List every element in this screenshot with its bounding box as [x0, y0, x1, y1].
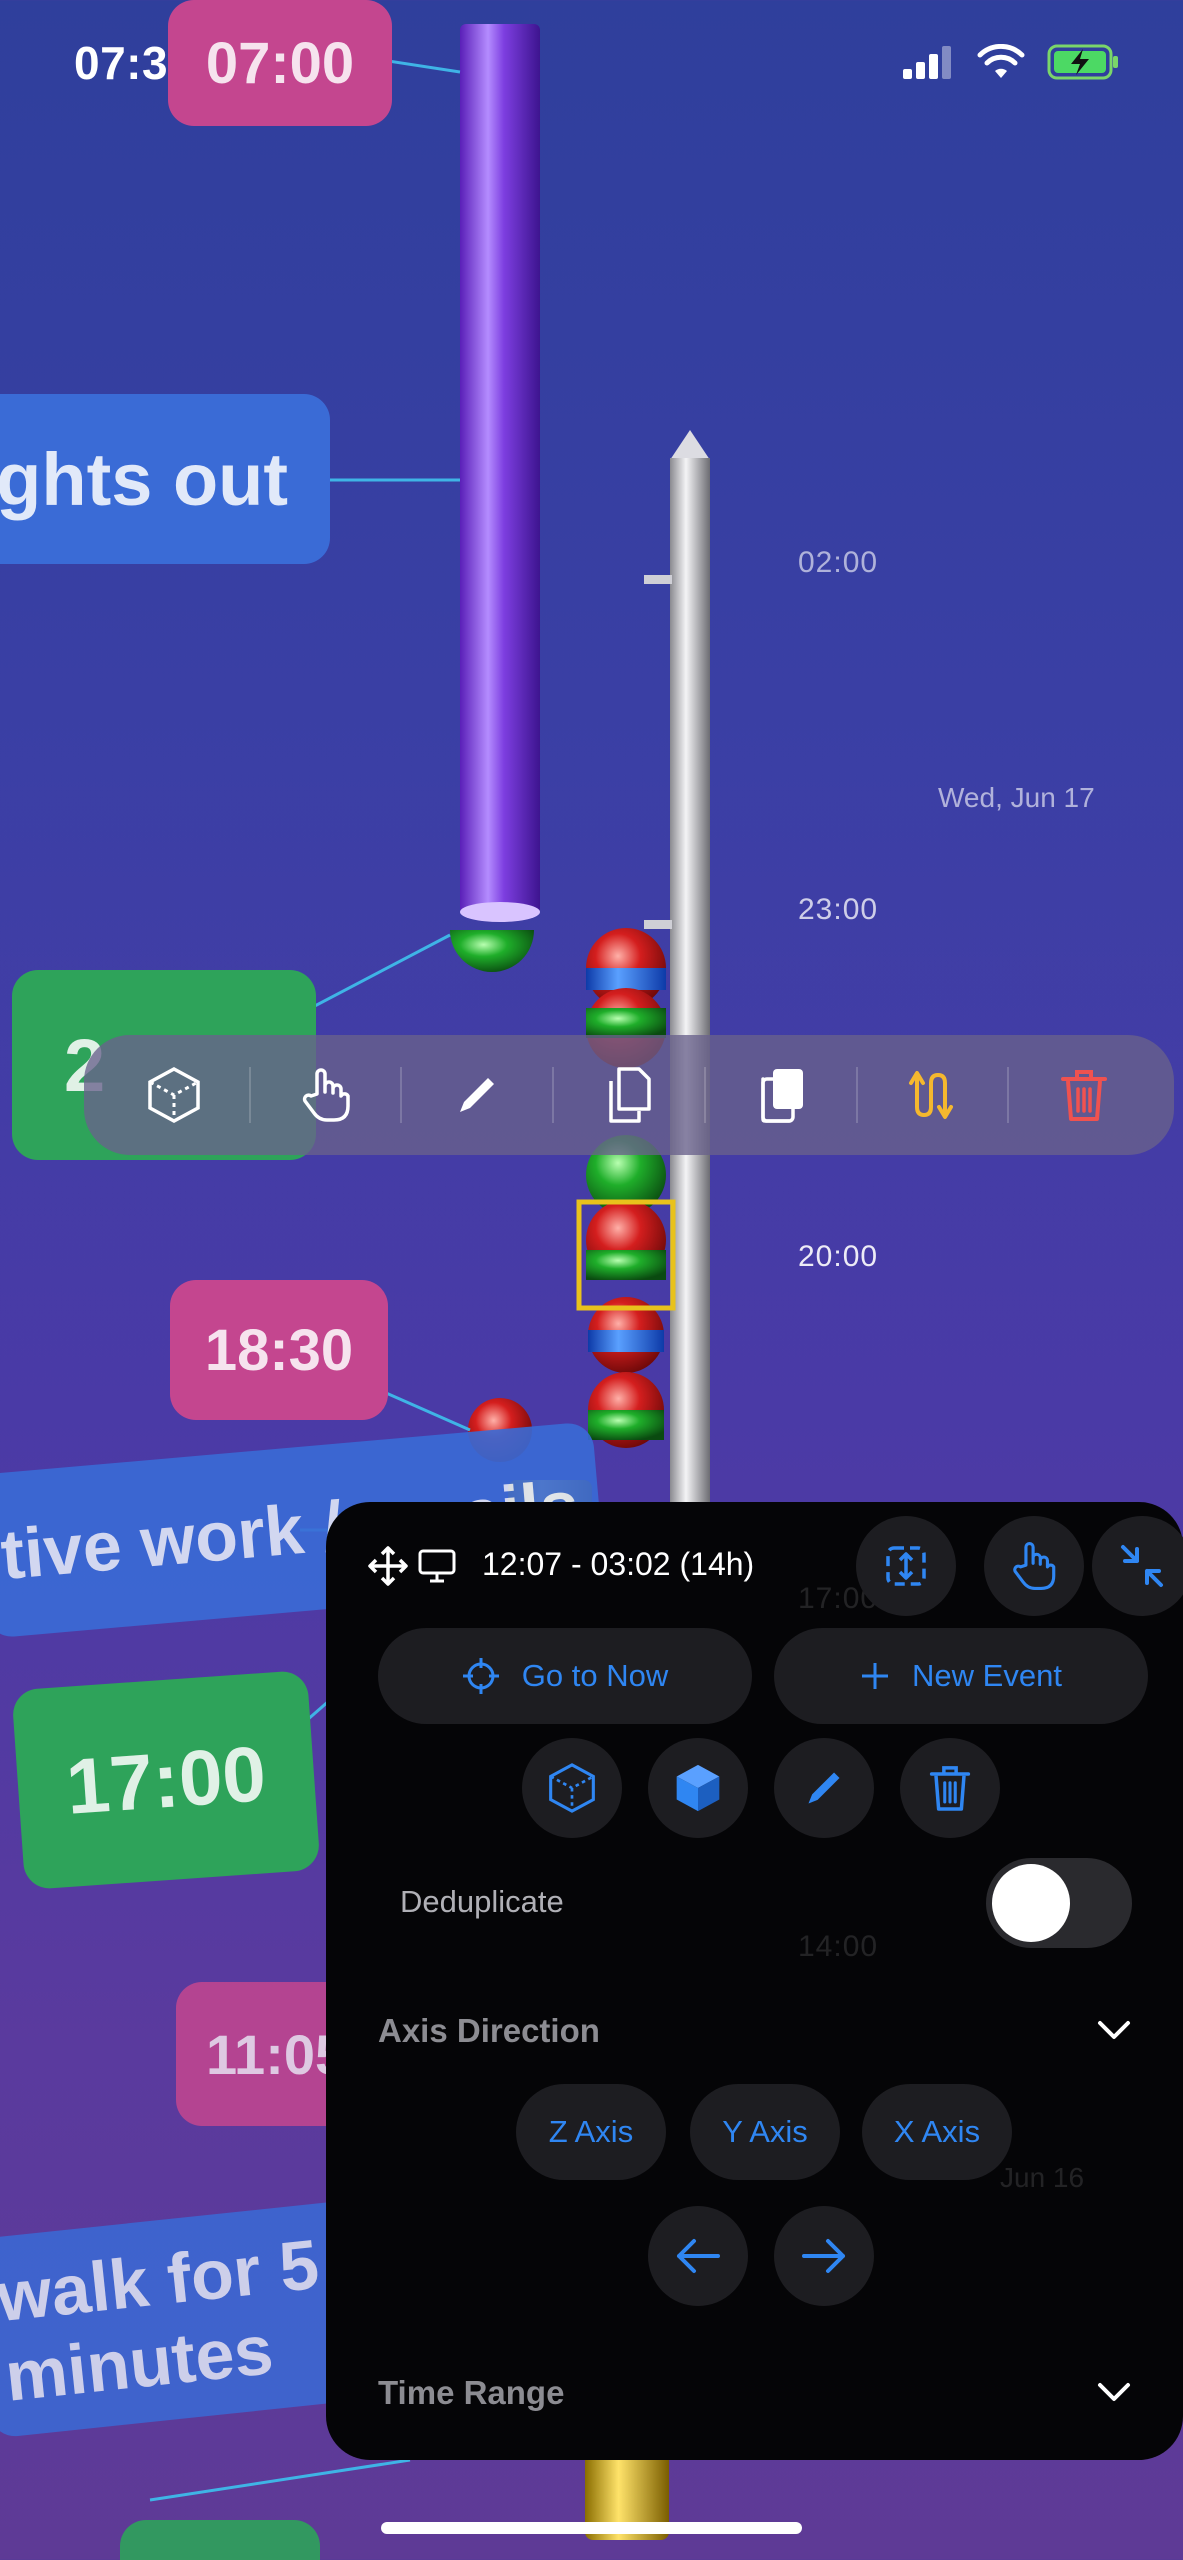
scene-label-1830[interactable]: 18:30 — [170, 1280, 388, 1420]
go-to-now-button[interactable]: Go to Now — [378, 1628, 752, 1724]
deduplicate-toggle[interactable] — [986, 1858, 1132, 1948]
pencil-icon — [460, 1078, 495, 1112]
time-range-text: 12:07 - 03:02 (14h) — [482, 1546, 755, 1582]
edit-pencil-button[interactable] — [432, 1050, 522, 1140]
hand-pointer-icon — [302, 1068, 350, 1122]
axis-mark: 20:00 — [798, 1240, 879, 1273]
delete-button[interactable] — [900, 1738, 1000, 1838]
cube-solid-button[interactable] — [648, 1738, 748, 1838]
cube-outline-icon — [148, 1067, 200, 1123]
trash-icon — [929, 1766, 971, 1811]
separator — [703, 1067, 706, 1123]
plus-icon — [862, 1663, 889, 1689]
new-event-label: New Event — [912, 1658, 1062, 1693]
delete-button[interactable] — [1039, 1050, 1129, 1140]
scene-label-top-time[interactable]: 07:00 — [168, 0, 392, 126]
direction-left-button[interactable] — [648, 2206, 748, 2306]
date-mark: Wed, Jun 17 — [938, 782, 1095, 813]
time-range-title: Time Range — [378, 2374, 565, 2411]
collapse-arrows-icon — [1121, 1545, 1163, 1587]
cube-outline-icon — [549, 1763, 595, 1813]
direction-right-button[interactable] — [774, 2206, 874, 2306]
trash-icon — [1061, 1070, 1108, 1121]
move-icon[interactable] — [368, 1546, 408, 1586]
hand-mode-button[interactable] — [984, 1516, 1084, 1616]
cube-outline-button[interactable] — [129, 1050, 219, 1140]
chevron-down-icon[interactable] — [1096, 2018, 1132, 2042]
separator — [1007, 1067, 1010, 1123]
cube-solid-icon — [676, 1764, 720, 1812]
edit-pencil-button[interactable] — [774, 1738, 874, 1838]
x-axis-label: X Axis — [893, 2114, 981, 2149]
separator — [552, 1067, 555, 1123]
duplicate-button[interactable] — [736, 1050, 826, 1140]
pencil-icon — [808, 1772, 840, 1804]
home-indicator[interactable] — [381, 2522, 802, 2534]
axis-mark: 02:00 — [798, 546, 879, 579]
cube-outline-button[interactable] — [522, 1738, 622, 1838]
arrow-right-icon — [802, 2239, 845, 2273]
scene-label-bottom[interactable] — [120, 2520, 320, 2560]
copy-button[interactable] — [584, 1050, 674, 1140]
x-axis-button[interactable]: X Axis — [862, 2084, 1012, 2180]
separator — [855, 1067, 858, 1123]
z-axis-button[interactable]: Z Axis — [516, 2084, 666, 2180]
toggle-knob — [992, 1864, 1070, 1942]
hand-pointer-icon — [1013, 1542, 1056, 1590]
scene-label-lights-out[interactable]: ights out — [0, 394, 330, 564]
deduplicate-label: Deduplicate — [400, 1884, 564, 1919]
axis-mark: 23:00 — [798, 893, 879, 926]
edit-toolbar — [84, 1035, 1174, 1155]
axis-direction-title: Axis Direction — [378, 2012, 600, 2049]
control-panel: 17:00 14:00 Jun 16 12:07 - 03:02 (14h) G… — [326, 1502, 1183, 2460]
z-axis-label: Z Axis — [548, 2114, 634, 2149]
new-event-button[interactable]: New Event — [774, 1628, 1148, 1724]
y-axis-button[interactable]: Y Axis — [690, 2084, 840, 2180]
chevron-down-icon[interactable] — [1096, 2380, 1132, 2404]
collapse-panel-button[interactable] — [1092, 1516, 1183, 1616]
date-mark: Jun 16 — [1000, 2162, 1085, 2193]
fit-view-button[interactable] — [856, 1516, 956, 1616]
crosshair-icon — [462, 1658, 499, 1694]
arrow-left-icon — [677, 2239, 720, 2273]
separator — [248, 1067, 251, 1123]
go-to-now-label: Go to Now — [521, 1658, 669, 1693]
expand-vertical-icon — [886, 1546, 926, 1586]
y-axis-label: Y Axis — [722, 2114, 808, 2149]
swap-order-button[interactable] — [887, 1050, 977, 1140]
scene-label-1700[interactable]: 17:00 — [11, 1669, 321, 1891]
duplicate-icon — [760, 1069, 803, 1123]
swap-vertical-icon — [909, 1071, 954, 1119]
copy-icon — [609, 1067, 651, 1123]
hand-pointer-button[interactable] — [281, 1050, 371, 1140]
separator — [400, 1067, 403, 1123]
axis-mark: 14:00 — [798, 1930, 879, 1963]
monitor-icon[interactable] — [418, 1548, 456, 1584]
